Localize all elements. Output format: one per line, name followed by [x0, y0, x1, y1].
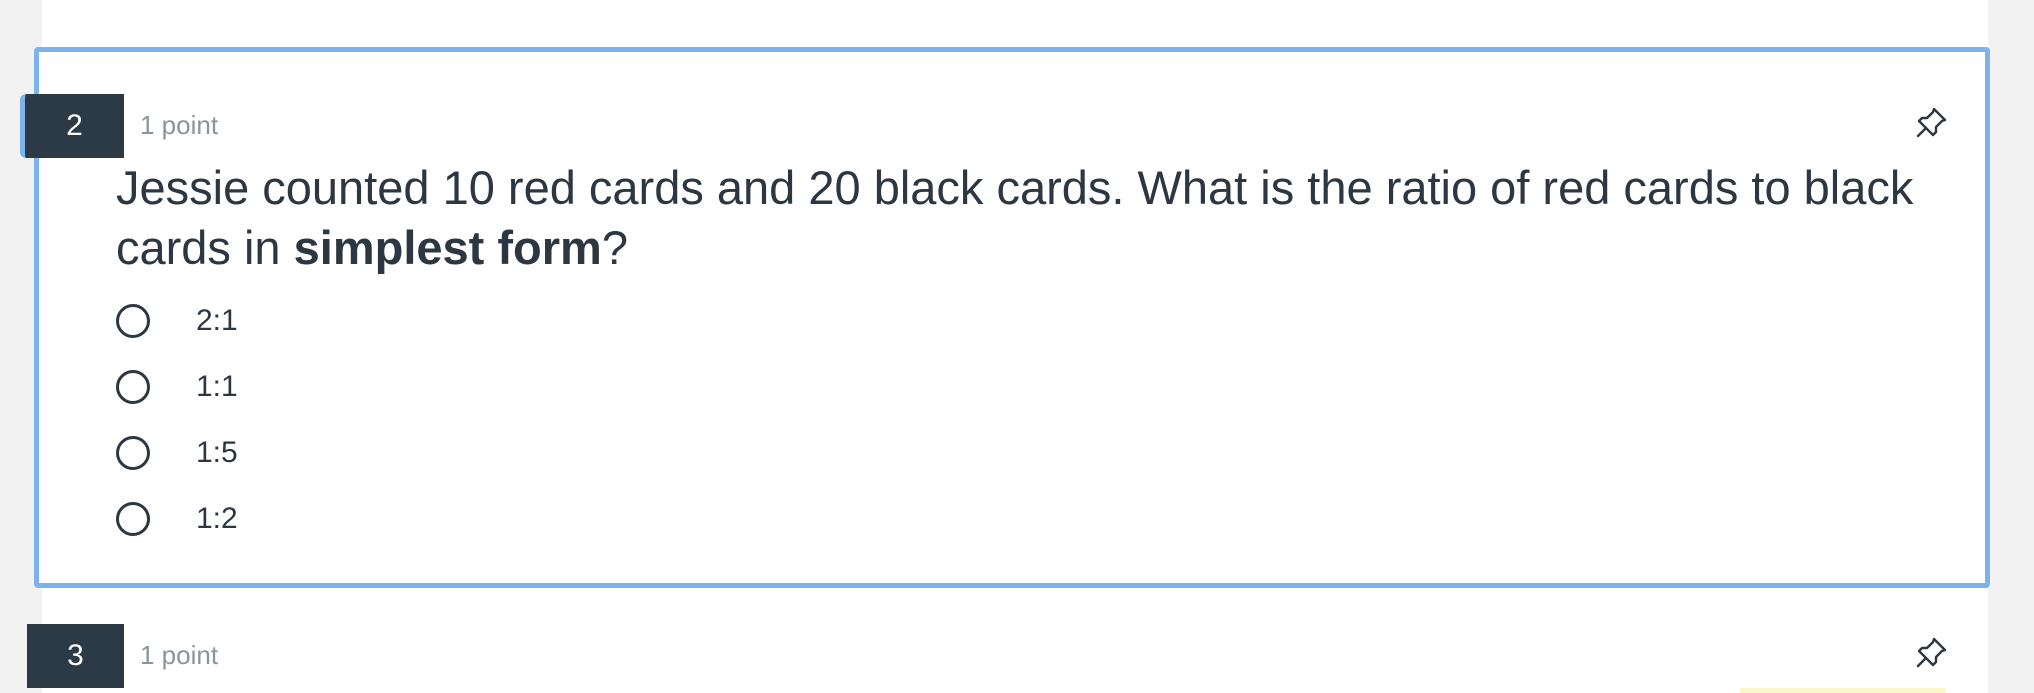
answer-option-3[interactable]: 1:5 [116, 431, 238, 475]
answer-option-label: 2:1 [196, 304, 238, 337]
highlight-strip [1740, 688, 1946, 693]
radio-button[interactable] [116, 502, 150, 536]
question-points: 1 point [140, 640, 219, 670]
radio-button[interactable] [116, 436, 150, 470]
answer-option-2[interactable]: 1:1 [116, 365, 238, 409]
question-number-badge: 2 [20, 94, 124, 158]
question-number-badge: 3 [27, 624, 124, 688]
answer-option-label: 1:5 [196, 436, 238, 469]
radio-button[interactable] [116, 304, 150, 338]
question-card-2 [34, 47, 1990, 588]
answer-option-label: 1:2 [196, 502, 238, 535]
answer-option-1[interactable]: 2:1 [116, 299, 238, 343]
question-text: Jessie counted 10 red cards and 20 black… [116, 158, 1926, 278]
pushpin-icon[interactable] [1915, 635, 1949, 669]
question-points: 1 point [140, 110, 219, 140]
pushpin-icon[interactable] [1915, 105, 1949, 139]
answer-option-4[interactable]: 1:2 [116, 497, 238, 541]
question-text-emphasis: simplest form [293, 221, 602, 274]
radio-button[interactable] [116, 370, 150, 404]
answer-option-label: 1:1 [196, 370, 238, 403]
question-text-end: ? [601, 221, 628, 274]
